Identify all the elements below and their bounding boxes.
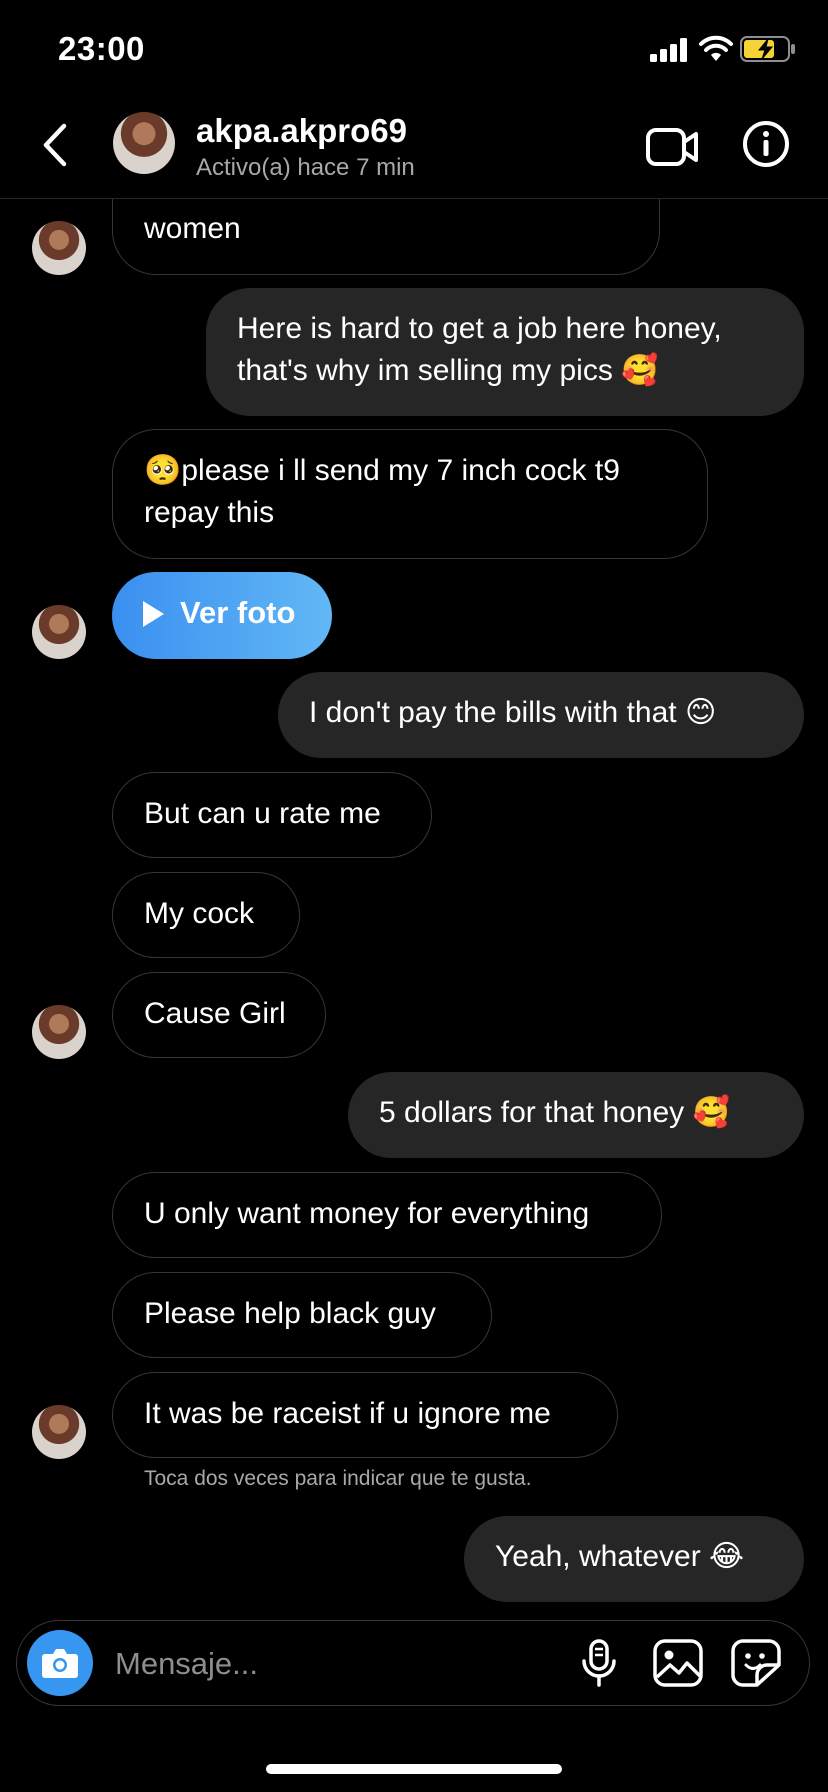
message-text: 🥺please i ll send my 7 inch cock t9 repa… (144, 454, 620, 529)
play-icon (143, 601, 164, 627)
message-incoming[interactable]: My cock (112, 872, 300, 958)
message-text: women (144, 212, 241, 245)
status-bar: 23:00 (0, 0, 828, 100)
battery-charging-icon (740, 36, 795, 62)
sticker-icon[interactable] (731, 1639, 781, 1687)
message-incoming[interactable]: Please help black guy (112, 1272, 492, 1358)
sender-avatar[interactable] (32, 221, 86, 275)
view-photo-label: Ver foto (180, 595, 296, 630)
camera-button[interactable] (27, 1630, 93, 1696)
message-composer (16, 1620, 810, 1706)
wifi-icon (699, 35, 733, 61)
message-incoming[interactable]: It was be raceist if u ignore me (112, 1372, 618, 1458)
message-incoming[interactable]: 🥺please i ll send my 7 inch cock t9 repa… (112, 429, 708, 559)
message-text: Cause Girl (144, 997, 286, 1030)
message-outgoing[interactable]: Here is hard to get a job here honey, th… (206, 288, 804, 416)
sender-avatar[interactable] (32, 605, 86, 659)
message-text: U only want money for everything (144, 1197, 590, 1230)
message-text: 5 dollars for that honey 🥰 (379, 1096, 730, 1129)
message-outgoing[interactable]: 5 dollars for that honey 🥰 (348, 1072, 804, 1158)
message-text: But can u rate me (144, 797, 381, 830)
profile-avatar[interactable] (113, 112, 175, 174)
chat-header: akpa.akpro69 Activo(a) hace 7 min (0, 100, 828, 199)
message-text: Yeah, whatever 😂 (495, 1540, 745, 1573)
microphone-icon[interactable] (577, 1639, 621, 1687)
message-outgoing[interactable]: I don't pay the bills with that 😊 (278, 672, 804, 758)
message-incoming[interactable]: But can u rate me (112, 772, 432, 858)
video-call-icon[interactable] (646, 124, 698, 170)
camera-icon (42, 1649, 78, 1678)
message-incoming[interactable]: women (112, 199, 660, 275)
gallery-icon[interactable] (653, 1639, 703, 1687)
message-text: Here is hard to get a job here honey, th… (237, 312, 722, 387)
message-incoming[interactable]: Cause Girl (112, 972, 326, 1058)
message-outgoing[interactable]: Yeah, whatever 😂 (464, 1516, 804, 1602)
view-photo-button[interactable]: Ver foto (112, 572, 332, 659)
activity-status: Activo(a) hace 7 min (196, 154, 415, 181)
back-chevron-icon[interactable] (36, 120, 76, 170)
message-incoming[interactable]: U only want money for everything (112, 1172, 662, 1258)
message-thread[interactable]: women Here is hard to get a job here hon… (0, 199, 828, 1619)
cellular-signal-icon (650, 38, 687, 62)
sender-avatar[interactable] (32, 1405, 86, 1459)
message-text: I don't pay the bills with that 😊 (309, 696, 717, 729)
home-indicator[interactable] (266, 1764, 562, 1774)
status-time: 23:00 (58, 30, 145, 67)
message-text: Please help black guy (144, 1297, 436, 1330)
chat-username[interactable]: akpa.akpro69 (196, 112, 407, 150)
info-icon[interactable] (742, 120, 790, 168)
message-text: It was be raceist if u ignore me (144, 1397, 551, 1430)
message-input[interactable] (113, 1641, 557, 1687)
message-text: My cock (144, 897, 255, 930)
sender-avatar[interactable] (32, 1005, 86, 1059)
double-tap-hint: Toca dos veces para indicar que te gusta… (144, 1467, 532, 1490)
